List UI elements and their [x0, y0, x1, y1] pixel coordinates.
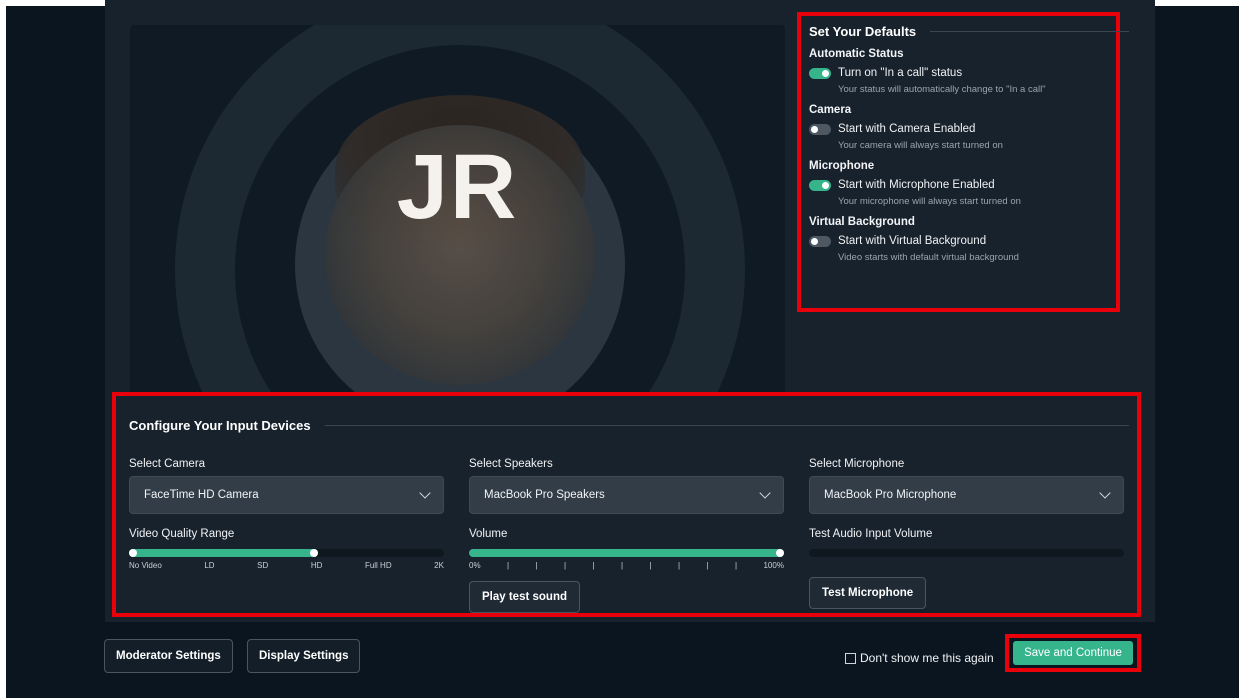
- video-quality-tick: LD: [204, 561, 215, 570]
- speakers-column: Select Speakers MacBook Pro Speakers Vol…: [469, 458, 784, 570]
- video-quality-max-handle[interactable]: [310, 549, 318, 557]
- tick-mark: |: [563, 561, 567, 570]
- moderator-settings-button[interactable]: Moderator Settings: [104, 639, 233, 673]
- camera-select[interactable]: FaceTime HD Camera: [129, 476, 444, 514]
- default-toggle-row[interactable]: Start with Virtual Background: [809, 235, 1129, 247]
- tick-mark: |: [592, 561, 595, 570]
- toggle-knob: [822, 69, 829, 77]
- devices-title: Configure Your Input Devices: [129, 418, 311, 433]
- audio-input-meter: [809, 549, 1124, 557]
- camera-label: Select Camera: [129, 458, 206, 470]
- video-quality-tick: Full HD: [364, 561, 392, 570]
- default-toggle-label: Start with Virtual Background: [838, 235, 987, 247]
- default-group: Camera Start with Camera Enabled Your came…: [809, 104, 1129, 151]
- toggle-switch[interactable]: [809, 67, 831, 79]
- volume-max-label: 100%: [763, 561, 784, 570]
- default-heading: Microphone: [809, 160, 875, 172]
- default-toggle-row[interactable]: Start with Camera Enabled: [809, 123, 1129, 135]
- default-toggle-row[interactable]: Start with Microphone Enabled: [809, 179, 1129, 191]
- toggle-switch[interactable]: [809, 123, 831, 135]
- video-quality-slider[interactable]: [129, 549, 444, 557]
- volume-min-label: 0%: [469, 561, 481, 570]
- microphone-select-value: MacBook Pro Microphone: [824, 489, 957, 501]
- defaults-title: Set Your Defaults: [809, 24, 917, 39]
- default-description: Your microphone will always start turned…: [838, 196, 1021, 207]
- default-heading: Automatic Status: [809, 48, 904, 60]
- defaults-title-row: Set Your Defaults: [809, 24, 1129, 39]
- tick-mark: |: [706, 561, 709, 570]
- default-toggle-label: Turn on "In a call" status: [838, 67, 963, 79]
- toggle-switch[interactable]: [809, 179, 831, 191]
- camera-select-value: FaceTime HD Camera: [144, 489, 259, 501]
- default-group: Virtual Background Start with Virtual Bac…: [809, 216, 1129, 263]
- defaults-section: Set Your Defaults Automatic Status Turn o…: [809, 24, 1129, 263]
- tick-mark: |: [620, 561, 624, 570]
- video-quality-min-handle[interactable]: [129, 549, 137, 557]
- default-description: Your status will automatically change to…: [838, 84, 1046, 95]
- default-toggle-label: Start with Camera Enabled: [838, 123, 976, 135]
- toggle-switch[interactable]: [809, 235, 831, 247]
- devices-title-row: Configure Your Input Devices: [129, 418, 1129, 433]
- microphone-label: Select Microphone: [809, 458, 905, 470]
- default-heading: Camera: [809, 104, 852, 116]
- title-divider: [324, 425, 1129, 426]
- video-quality-label: Video Quality Range: [129, 528, 235, 540]
- volume-label: Volume: [469, 528, 508, 540]
- video-quality-tick: SD: [257, 561, 269, 570]
- chevron-down-icon: [1099, 487, 1111, 499]
- video-quality-tick: 2K: [434, 561, 444, 570]
- video-quality-fill: [129, 549, 318, 557]
- tick-mark: |: [506, 561, 510, 570]
- video-quality-tick: HD: [310, 561, 323, 570]
- default-toggle-label: Start with Microphone Enabled: [838, 179, 995, 191]
- default-toggle-row[interactable]: Turn on "In a call" status: [809, 67, 1129, 79]
- toggle-knob: [811, 125, 818, 133]
- default-group: Automatic Status Turn on "In a call" stat…: [809, 48, 1129, 95]
- tick-mark: |: [535, 561, 538, 570]
- toggle-knob: [811, 237, 818, 245]
- microphone-select[interactable]: MacBook Pro Microphone: [809, 476, 1124, 514]
- volume-slider[interactable]: [469, 549, 784, 557]
- display-settings-button[interactable]: Display Settings: [247, 639, 361, 673]
- dont-show-option[interactable]: Don't show me this again: [845, 651, 994, 665]
- default-group: Microphone Start with Microphone Enabled Y…: [809, 160, 1129, 207]
- camera-column: Select Camera FaceTime HD Camera Video Q…: [129, 458, 444, 570]
- volume-handle[interactable]: [776, 549, 784, 557]
- chevron-down-icon: [759, 487, 771, 499]
- video-quality-tick: No Video: [129, 561, 162, 570]
- video-quality-ticks: No Video LD SD HD Full HD 2K: [129, 561, 444, 570]
- volume-fill: [469, 549, 784, 557]
- tick-mark: |: [649, 561, 652, 570]
- volume-ticks: 0% | | | | | | | | | 100%: [469, 561, 784, 570]
- video-preview: JR: [130, 25, 785, 395]
- default-description: Your camera will always start turned on: [838, 140, 1003, 151]
- tick-mark: |: [734, 561, 738, 570]
- tick-mark: |: [677, 561, 681, 570]
- save-and-continue-button[interactable]: Save and Continue: [1013, 641, 1133, 665]
- avatar-initials: JR: [396, 136, 519, 238]
- dont-show-label: Don't show me this again: [860, 651, 994, 665]
- play-test-sound-button[interactable]: Play test sound: [469, 581, 580, 613]
- default-description: Video starts with default virtual backgr…: [838, 252, 1019, 263]
- test-audio-label: Test Audio Input Volume: [809, 528, 933, 540]
- toggle-knob: [822, 181, 829, 189]
- speakers-label: Select Speakers: [469, 458, 553, 470]
- chevron-down-icon: [419, 487, 431, 499]
- title-divider: [930, 31, 1129, 32]
- dont-show-checkbox[interactable]: [845, 652, 856, 664]
- test-microphone-button[interactable]: Test Microphone: [809, 577, 927, 609]
- speakers-select[interactable]: MacBook Pro Speakers: [469, 476, 784, 514]
- speakers-select-value: MacBook Pro Speakers: [484, 489, 605, 501]
- default-heading: Virtual Background: [809, 216, 915, 228]
- microphone-column: Select Microphone MacBook Pro Microphone…: [809, 458, 1124, 557]
